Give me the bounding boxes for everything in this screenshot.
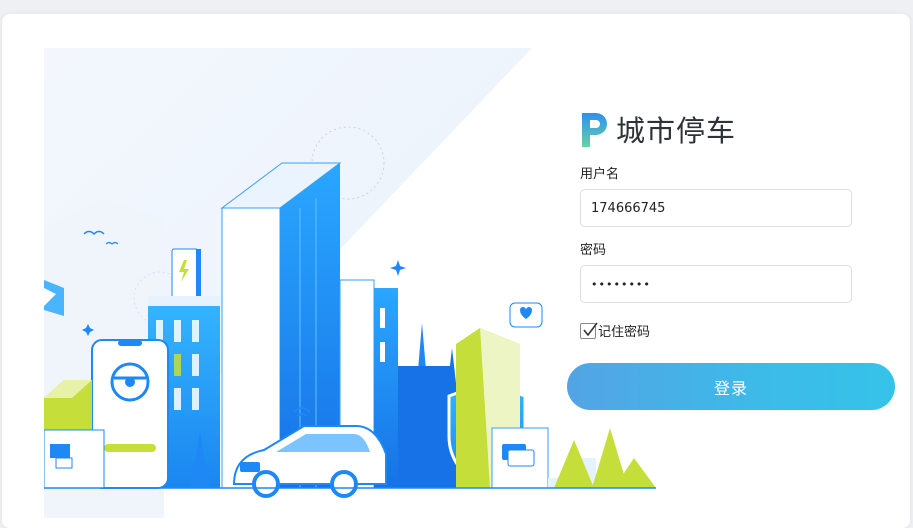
password-field[interactable]: •••••••• bbox=[580, 265, 852, 303]
login-button[interactable]: 登录 bbox=[567, 363, 895, 410]
remember-password[interactable]: 记住密码 bbox=[580, 321, 650, 340]
brand-name: 城市停车 bbox=[616, 114, 737, 148]
password-input[interactable]: •••••••• bbox=[591, 278, 651, 291]
brand: 城市停车 bbox=[580, 108, 736, 150]
password-label: 密码 bbox=[580, 243, 607, 258]
username-input[interactable] bbox=[591, 200, 851, 216]
city-parking-illustration bbox=[44, 48, 656, 518]
remember-checkbox[interactable] bbox=[580, 322, 598, 339]
checkmark-icon bbox=[583, 322, 598, 336]
username-field[interactable] bbox=[580, 189, 852, 227]
remember-label: 记住密码 bbox=[598, 325, 651, 340]
parking-p-logo-icon bbox=[582, 113, 607, 147]
username-label: 用户名 bbox=[580, 167, 620, 182]
